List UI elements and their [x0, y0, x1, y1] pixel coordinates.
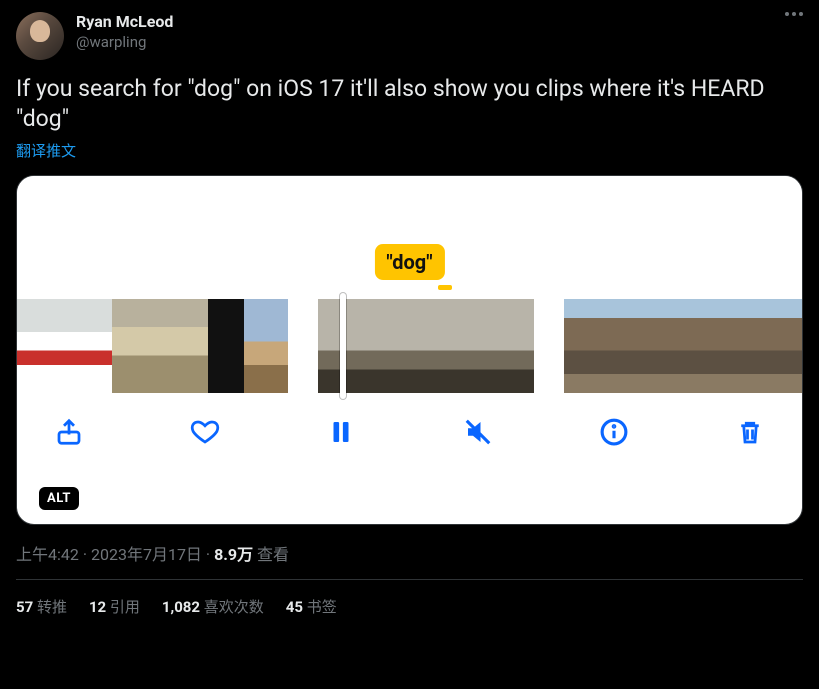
- quotes-stat[interactable]: 12 引用: [89, 596, 140, 617]
- clip-frame: [606, 299, 648, 393]
- video-timeline[interactable]: [17, 280, 802, 398]
- media-toolbar: [17, 398, 802, 470]
- pause-icon: [326, 417, 356, 447]
- tweet-container: Ryan McLeod @warpling If you search for …: [0, 0, 819, 617]
- delete-button[interactable]: [734, 416, 766, 448]
- clip-frame: [208, 299, 244, 393]
- tweet-stats: 57 转推 12 引用 1,082 喜欢次数 45 书签: [16, 580, 803, 617]
- share-icon: [54, 417, 84, 447]
- clip-frame: [244, 299, 288, 393]
- clip-frame: [112, 299, 160, 393]
- info-button[interactable]: [598, 416, 630, 448]
- clip-frame: [16, 299, 64, 393]
- retweets-stat[interactable]: 57 转推: [16, 596, 67, 617]
- translate-link[interactable]: 翻译推文: [16, 140, 76, 161]
- clip-group-1[interactable]: [16, 299, 288, 393]
- avatar[interactable]: [16, 12, 64, 60]
- clip-frame: [732, 299, 774, 393]
- mute-icon: [463, 417, 493, 447]
- clip-frame: [480, 299, 534, 393]
- views-count[interactable]: 8.9万: [214, 545, 253, 564]
- clip-frame: [648, 299, 690, 393]
- alt-badge[interactable]: ALT: [39, 487, 79, 510]
- tweet-text: If you search for "dog" on iOS 17 it'll …: [16, 74, 803, 134]
- user-handle[interactable]: @warpling: [76, 32, 173, 52]
- info-icon: [599, 417, 629, 447]
- clip-frame: [160, 299, 208, 393]
- trash-icon: [735, 417, 765, 447]
- media-card[interactable]: "dog": [16, 175, 803, 525]
- pause-button[interactable]: [325, 416, 357, 448]
- like-button[interactable]: [189, 416, 221, 448]
- clip-frame: [426, 299, 480, 393]
- tweet-header: Ryan McLeod @warpling: [16, 12, 803, 60]
- display-name[interactable]: Ryan McLeod: [76, 12, 173, 32]
- clip-frame: [774, 299, 803, 393]
- more-options-button[interactable]: [785, 12, 803, 16]
- clip-frame: [64, 299, 112, 393]
- playhead-indicator[interactable]: [340, 293, 346, 399]
- clip-frame: [372, 299, 426, 393]
- mute-button[interactable]: [462, 416, 494, 448]
- user-info: Ryan McLeod @warpling: [76, 12, 173, 52]
- likes-stat[interactable]: 1,082 喜欢次数: [162, 596, 264, 617]
- media-header-space: "dog": [17, 176, 802, 280]
- tweet-meta: 上午4:42 · 2023年7月17日 · 8.9万 查看: [16, 541, 803, 580]
- share-button[interactable]: [53, 416, 85, 448]
- clip-frame: [564, 299, 606, 393]
- search-keyword-pill: "dog": [374, 244, 444, 280]
- clip-frame: [690, 299, 732, 393]
- heart-icon: [190, 417, 220, 447]
- bookmarks-stat[interactable]: 45 书签: [286, 596, 337, 617]
- clip-group-3[interactable]: [564, 299, 803, 393]
- views-label: 查看: [253, 545, 289, 564]
- tweet-time[interactable]: 上午4:42: [16, 545, 79, 564]
- tweet-date[interactable]: 2023年7月17日: [91, 545, 202, 564]
- clip-group-2[interactable]: [318, 299, 534, 393]
